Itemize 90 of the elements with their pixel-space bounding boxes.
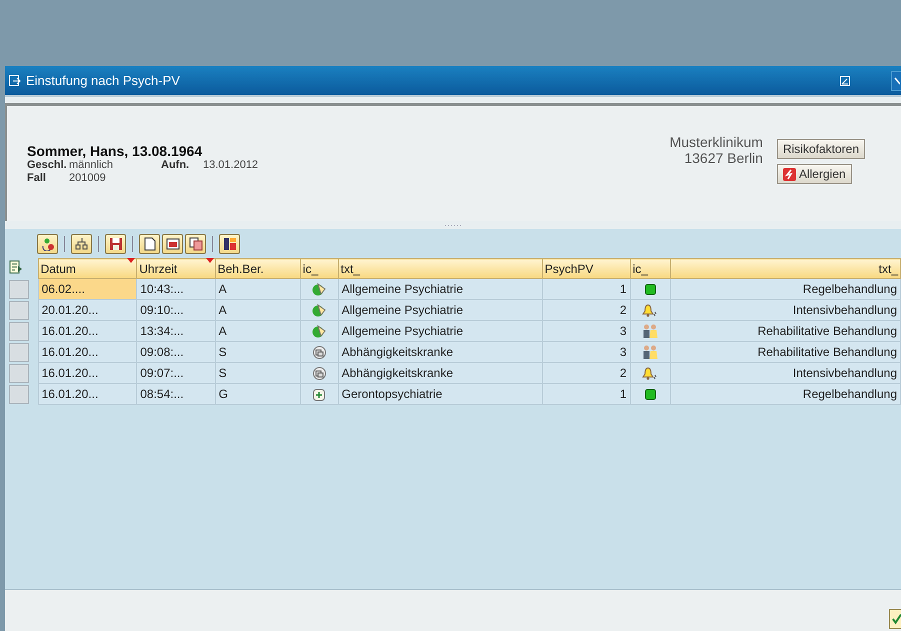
table-cell: 2 bbox=[542, 362, 630, 384]
toolbar-button[interactable] bbox=[219, 234, 240, 254]
close-button[interactable] bbox=[891, 70, 901, 90]
confirm-button[interactable] bbox=[889, 609, 901, 629]
window-title: Einstufung nach Psych-PV bbox=[26, 73, 180, 88]
table-cell: 20.01.20... bbox=[38, 300, 137, 320]
table-cell: Allgemeine Psychiatrie bbox=[338, 278, 542, 300]
table-cell: Abhängigkeitskranke bbox=[338, 362, 542, 384]
table-cell: 1 bbox=[542, 384, 630, 404]
field-label: Geschl. bbox=[27, 159, 68, 172]
close-icon bbox=[894, 76, 900, 86]
table-cell: 13:34:... bbox=[136, 320, 216, 342]
allergies-button[interactable]: Allergien bbox=[776, 164, 852, 184]
bell-icon bbox=[642, 304, 658, 318]
patient-name: Sommer, Hans, 13.08.1964 bbox=[27, 143, 204, 159]
window-circle-icon bbox=[312, 367, 326, 380]
print-icon bbox=[166, 237, 180, 251]
column-header[interactable]: PsychPV bbox=[542, 258, 630, 278]
splitter-handle[interactable] bbox=[444, 224, 462, 226]
toolbar-button[interactable] bbox=[185, 234, 206, 254]
square-icon bbox=[644, 389, 656, 400]
table-cell: 3 bbox=[542, 320, 630, 342]
table-cell: Allgemeine Psychiatrie bbox=[338, 300, 542, 320]
table-cell: A bbox=[215, 278, 300, 300]
table-cell: 16.01.20... bbox=[38, 342, 137, 362]
toolbar-button[interactable] bbox=[162, 234, 183, 254]
table-cell: S bbox=[215, 362, 300, 384]
toolbar-button[interactable] bbox=[71, 234, 92, 254]
table-cell: 06.02.... bbox=[38, 278, 137, 300]
ball-with-diamond-icon bbox=[312, 324, 327, 338]
minimize-icon bbox=[840, 76, 850, 86]
table-cell: 1 bbox=[542, 278, 630, 300]
document-icon bbox=[142, 237, 156, 251]
checkmark-icon bbox=[892, 613, 901, 625]
bell-icon bbox=[642, 367, 658, 380]
table-cell: 2 bbox=[542, 300, 630, 320]
table-cell: Allgemeine Psychiatrie bbox=[338, 320, 542, 342]
ball-with-diamond-icon bbox=[312, 303, 327, 318]
window-circle-icon bbox=[312, 346, 326, 360]
column-header[interactable]: ic_ bbox=[300, 258, 338, 278]
column-header[interactable]: Uhrzeit bbox=[136, 258, 216, 278]
table-cell: A bbox=[215, 300, 300, 320]
ball-with-diamond-icon bbox=[312, 282, 327, 296]
column-header[interactable]: ic_ bbox=[630, 258, 671, 278]
table-cell: Abhängigkeitskranke bbox=[338, 342, 542, 362]
people-icon bbox=[642, 324, 658, 338]
select-all-icon[interactable] bbox=[9, 260, 23, 274]
table-cell: Intensivbehandlung bbox=[670, 362, 900, 384]
field-label: Aufn. bbox=[161, 159, 190, 172]
people-icon bbox=[642, 345, 658, 360]
column-header[interactable]: Datum bbox=[38, 258, 137, 278]
risk-factors-button[interactable]: Risikofaktoren bbox=[776, 139, 865, 159]
layout-icon bbox=[222, 237, 236, 251]
table-cell: G bbox=[215, 384, 300, 404]
table-cell: 16.01.20... bbox=[38, 362, 137, 384]
field-value: 201009 bbox=[69, 172, 106, 185]
table-cell: Rehabilitative Behandlung bbox=[670, 342, 900, 362]
table-cell: Intensivbehandlung bbox=[670, 300, 900, 320]
square-icon bbox=[644, 284, 656, 296]
column-header[interactable]: txt_ bbox=[338, 258, 542, 278]
table-cell: 16.01.20... bbox=[38, 320, 137, 342]
copy-icon bbox=[188, 237, 202, 251]
table-cell: A bbox=[215, 320, 300, 342]
table-cell: S bbox=[215, 342, 300, 362]
toolbar-button[interactable] bbox=[105, 234, 126, 254]
minimize-button[interactable] bbox=[840, 76, 850, 86]
refresh-icon bbox=[40, 237, 54, 251]
warning-icon bbox=[782, 168, 796, 180]
table-cell: 09:10:... bbox=[136, 300, 216, 320]
table-cell: 16.01.20... bbox=[38, 384, 137, 404]
clinic-name: Musterklinikum bbox=[670, 134, 763, 150]
table-cell: 09:07:... bbox=[136, 362, 216, 384]
column-header[interactable]: Beh.Ber. bbox=[215, 258, 300, 278]
toolbar-button[interactable] bbox=[139, 234, 160, 254]
table-cell: Gerontopsychiatrie bbox=[338, 384, 542, 404]
table-cell: 3 bbox=[542, 342, 630, 362]
table-cell: 10:43:... bbox=[136, 278, 216, 300]
table-cell: Regelbehandlung bbox=[670, 278, 900, 300]
hierarchy-icon bbox=[74, 237, 88, 251]
table-cell: 08:54:... bbox=[136, 384, 216, 404]
clinic-address: 13627 Berlin bbox=[684, 150, 763, 166]
table-cell: Rehabilitative Behandlung bbox=[670, 320, 900, 342]
table-cell: Regelbehandlung bbox=[670, 384, 900, 404]
plus-icon bbox=[313, 388, 326, 401]
field-value: männlich bbox=[69, 159, 114, 172]
field-value: 13.01.2012 bbox=[203, 159, 258, 172]
field-label: Fall bbox=[27, 172, 47, 185]
table-cell: 09:08:... bbox=[136, 342, 216, 362]
window-icon bbox=[9, 75, 21, 86]
column-header[interactable]: txt_ bbox=[670, 258, 900, 278]
